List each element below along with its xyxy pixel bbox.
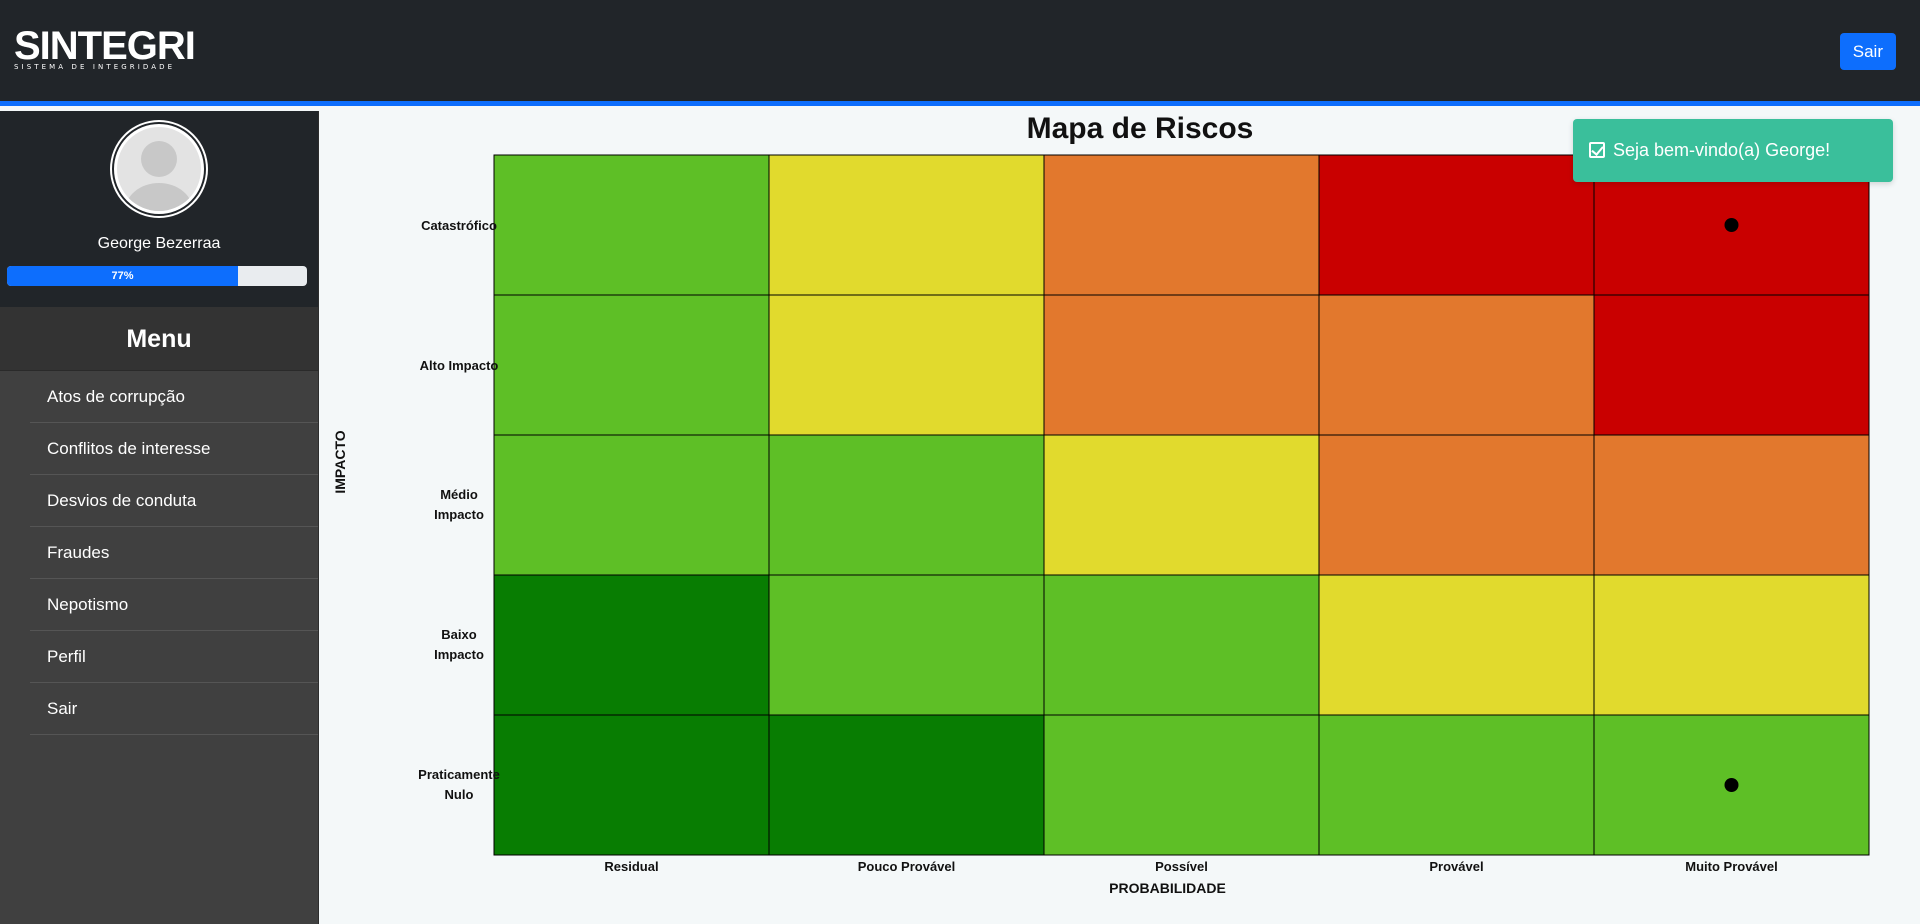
- toast-message: Seja bem-vindo(a) George!: [1613, 140, 1831, 160]
- x-axis-label: PROBABILIDADE: [1109, 880, 1226, 896]
- risk-cell: [768, 714, 1045, 856]
- main-content: Mapa de Riscos Residual Pouco Provável Pos…: [320, 111, 1920, 924]
- y-tick-label: Baixo Impacto: [434, 627, 484, 662]
- logo-text: SINTEGRI: [14, 24, 196, 68]
- risk-cell: [1318, 574, 1595, 716]
- sidebar-item-desvios-de-conduta[interactable]: Desvios de conduta: [30, 475, 318, 527]
- x-tick-label: Provável: [1429, 859, 1483, 874]
- risk-point: [1724, 778, 1739, 792]
- risk-cell: [1593, 434, 1870, 576]
- sidebar-item-atos-de-corrupcao[interactable]: Atos de corrupção: [30, 371, 318, 423]
- risk-cell: [768, 294, 1045, 436]
- risk-cell: [1318, 434, 1595, 576]
- logout-button[interactable]: Sair: [1839, 33, 1896, 70]
- top-navbar: SINTEGRI SISTEMA DE INTEGRIDADE Sair: [0, 0, 1920, 106]
- risk-cell: [1043, 574, 1320, 716]
- risk-cell: [493, 714, 770, 856]
- x-tick-label: Possível: [1155, 859, 1208, 874]
- risk-cell: [1043, 294, 1320, 436]
- risk-cell: [1318, 294, 1595, 436]
- risk-cell: [1318, 714, 1595, 856]
- sidebar-item-nepotismo[interactable]: Nepotismo: [30, 579, 318, 631]
- risk-point: [1724, 218, 1739, 232]
- y-tick-label: Alto Impacto: [420, 358, 499, 373]
- y-tick-label: Médio Impacto: [434, 487, 484, 522]
- risk-cell: [1318, 154, 1595, 296]
- sidebar-menu: Atos de corrupção Conflitos de interesse…: [30, 371, 318, 735]
- risk-cell: [1043, 154, 1320, 296]
- sidebar: George Bezerraa 77% Menu Atos de corrupç…: [0, 111, 319, 924]
- header-accent-line: [0, 101, 1920, 106]
- menu-title: Menu: [0, 307, 318, 371]
- risk-cell: [1043, 714, 1320, 856]
- y-tick-label: Praticamente Nulo: [418, 767, 500, 802]
- x-tick-label: Residual: [604, 859, 658, 874]
- risk-cell: [493, 154, 770, 296]
- checkbox-icon: [1589, 142, 1605, 158]
- user-name: George Bezerraa: [97, 235, 221, 252]
- risk-cell: [1043, 434, 1320, 576]
- risk-cell: [493, 294, 770, 436]
- risk-cell: [493, 434, 770, 576]
- risk-cell: [1593, 294, 1870, 436]
- x-tick-label: Muito Provável: [1685, 859, 1777, 874]
- sidebar-item-fraudes[interactable]: Fraudes: [30, 527, 318, 579]
- risk-cell: [768, 154, 1045, 296]
- avatar: [112, 122, 206, 216]
- x-tick-label: Pouco Provável: [858, 859, 956, 874]
- user-profile-panel: George Bezerraa 77%: [0, 111, 318, 307]
- y-tick-label: Catastrófico: [421, 218, 497, 233]
- risk-cell: [768, 574, 1045, 716]
- sidebar-item-conflitos-de-interesse[interactable]: Conflitos de interesse: [30, 423, 318, 475]
- y-axis-label: IMPACTO: [332, 430, 348, 493]
- risk-cell: [768, 434, 1045, 576]
- risk-cell: [493, 574, 770, 716]
- app-logo[interactable]: SINTEGRI SISTEMA DE INTEGRIDADE: [14, 24, 196, 71]
- profile-progress-bar: 77%: [7, 266, 307, 286]
- risk-map-chart: Residual Pouco Provável Possível Provável Mu…: [332, 154, 1870, 896]
- risk-cell: [1593, 574, 1870, 716]
- welcome-toast[interactable]: Seja bem-vindo(a) George!: [1573, 119, 1893, 182]
- sidebar-item-perfil[interactable]: Perfil: [30, 631, 318, 683]
- sidebar-item-sair[interactable]: Sair: [30, 683, 318, 735]
- logo-subtitle: SISTEMA DE INTEGRIDADE: [14, 63, 176, 71]
- user-icon: [117, 127, 201, 211]
- progress-fill: 77%: [7, 266, 238, 286]
